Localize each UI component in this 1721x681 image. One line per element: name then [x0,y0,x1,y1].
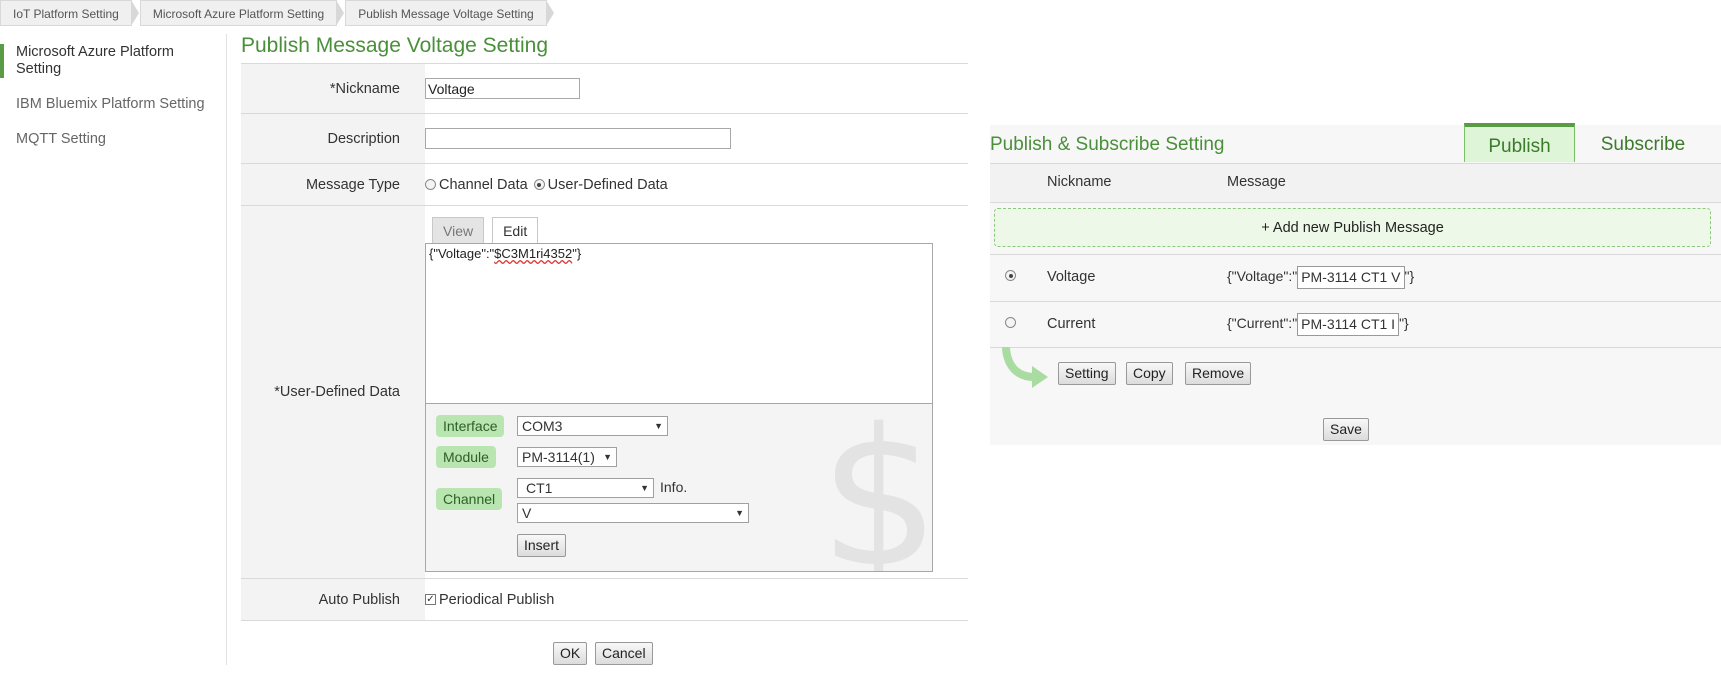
page-title: Publish Message Voltage Setting [241,34,549,57]
chevron-down-icon: ▼ [640,483,649,493]
curved-arrow-icon [1002,347,1048,388]
user-defined-data-label-row: *User-Defined Data [241,206,425,578]
channel-select-value: CT1 [526,480,553,496]
sidebar-item-label: IBM Bluemix Platform Setting [16,96,205,112]
sidebar-item-ibm[interactable]: IBM Bluemix Platform Setting [0,96,226,113]
info-label: Info. [660,479,688,495]
sidebar-item-azure[interactable]: Microsoft Azure Platform Setting [0,44,226,78]
interface-label: Interface [436,415,505,437]
editor-suffix: "} [572,246,582,261]
nickname-input[interactable] [425,78,580,99]
user-defined-data-editor[interactable]: {"Voltage":"$C3M1ri4352"} [425,243,933,404]
tab-publish[interactable]: Publish [1464,123,1575,162]
chevron-down-icon: ▼ [654,421,663,431]
breadcrumb-azure[interactable]: Microsoft Azure Platform Setting [139,0,345,26]
ok-button[interactable]: OK [553,642,588,665]
description-input[interactable] [425,128,731,149]
row-select-radio[interactable] [1005,317,1016,328]
row-message: {"Current":" PM-3114 CT1 I "} [1227,313,1409,336]
info-select-value: V [522,505,532,521]
interface-select[interactable]: COM3 ▼ [517,416,668,436]
row-message: {"Voltage":" PM-3114 CT1 V "} [1227,266,1414,289]
row-message-value: PM-3114 CT1 V [1297,266,1405,289]
cancel-button[interactable]: Cancel [595,642,653,665]
sidebar: Microsoft Azure Platform Setting IBM Blu… [0,34,227,665]
column-message: Message [1227,174,1286,190]
channel-label: Channel [436,488,503,510]
tab-subscribe[interactable]: Subscribe [1580,125,1706,164]
chevron-down-icon: ▼ [603,452,612,462]
row-select-radio[interactable] [1005,270,1016,281]
column-nickname: Nickname [1047,174,1112,190]
channel-select[interactable]: CT1 ▼ [517,478,654,498]
sidebar-item-label: Microsoft Azure Platform [16,44,174,60]
user-defined-data-radio[interactable] [533,179,545,190]
description-label: Description [241,114,425,163]
editor-variable: $C3M1ri4352 [494,246,573,261]
periodical-publish-label: Periodical Publish [439,591,555,608]
row-message-prefix: {"Voltage":" [1227,268,1298,285]
save-button[interactable]: Save [1323,418,1369,441]
remove-button[interactable]: Remove [1185,362,1252,385]
sidebar-item-label: Setting [16,61,62,77]
row-message-suffix: "} [1399,315,1409,332]
module-select-value: PM-3114(1) [522,449,595,465]
table-row[interactable]: Current {"Current":" PM-3114 CT1 I "} [990,301,1721,348]
user-defined-data-label: User-Defined Data [547,176,668,193]
module-label: Module [436,446,496,468]
message-type-label: Message Type [241,164,425,205]
channel-data-label: Channel Data [439,176,528,193]
breadcrumb-iot[interactable]: IoT Platform Setting [0,0,139,26]
dollar-watermark-icon: $ [819,404,933,572]
row-message-value: PM-3114 CT1 I [1297,313,1400,336]
breadcrumb-publish-message: Publish Message Voltage Setting [345,0,555,26]
sidebar-item-label: MQTT Setting [16,131,106,147]
publish-subscribe-title: Publish & Subscribe Setting [990,134,1225,155]
sidebar-item-mqtt[interactable]: MQTT Setting [0,131,226,148]
module-select[interactable]: PM-3114(1) ▼ [517,447,617,467]
insert-button[interactable]: Insert [517,534,567,557]
chevron-down-icon: ▼ [735,508,744,518]
table-row[interactable]: Voltage {"Voltage":" PM-3114 CT1 V "} [990,254,1721,301]
publish-message-form: *Nickname Description Message Type Chann… [241,63,968,681]
row-divider [990,347,1721,348]
editor-prefix: {"Voltage":" [429,246,495,261]
interface-select-value: COM3 [522,418,563,434]
row-message-suffix: "} [1404,268,1415,285]
table-header: Nickname Message [990,163,1721,203]
row-nickname: Voltage [1047,269,1096,285]
info-select[interactable]: V ▼ [517,503,749,523]
breadcrumb: IoT Platform Setting Microsoft Azure Pla… [0,0,555,26]
auto-publish-label: Auto Publish [241,579,425,620]
setting-button[interactable]: Setting [1058,362,1116,385]
copy-button[interactable]: Copy [1126,362,1173,385]
row-message-prefix: {"Current":" [1227,315,1298,332]
periodical-publish-checkbox[interactable]: ✓ [425,594,436,605]
row-nickname: Current [1047,316,1096,332]
channel-data-radio[interactable] [425,179,436,190]
tab-edit[interactable]: Edit [492,217,539,243]
tab-view[interactable]: View [432,217,485,243]
add-publish-message-button[interactable]: + Add new Publish Message [994,208,1711,247]
insert-variable-panel: $ Interface COM3 ▼ Module PM-3114(1) ▼ C… [425,404,933,572]
